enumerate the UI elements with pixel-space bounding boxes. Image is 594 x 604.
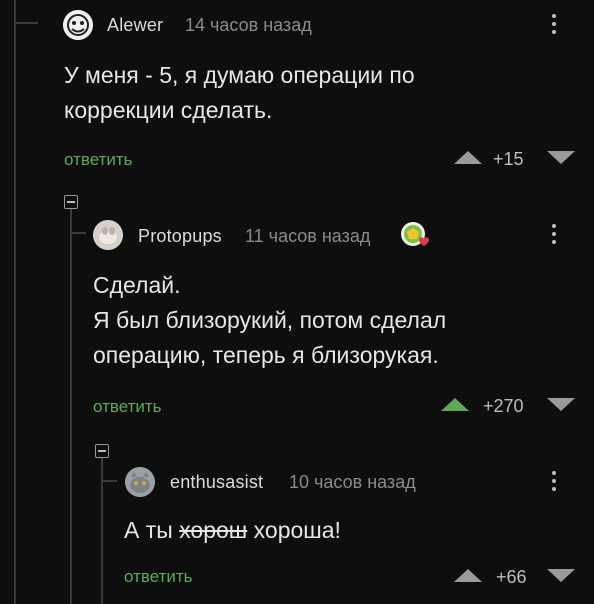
comment-text-struck: хорош <box>179 517 248 543</box>
more-options-icon[interactable] <box>551 471 557 495</box>
comment-text-prefix: А ты <box>124 517 180 543</box>
avatar-image <box>63 10 93 40</box>
thread-line-level1 <box>70 202 72 604</box>
avatar-image <box>93 220 123 250</box>
thread-connector-level2 <box>101 480 117 482</box>
rating-score: +15 <box>493 149 524 169</box>
thread-connector-root <box>14 22 38 24</box>
comment-text-suffix: хороша! <box>247 517 341 543</box>
rating-score: +66 <box>496 567 527 587</box>
avatar-image <box>125 467 155 497</box>
downvote-icon[interactable] <box>547 398 575 411</box>
comment-line: операцию, теперь я близорукая. <box>93 342 439 368</box>
username[interactable]: Protopups <box>138 226 222 247</box>
username[interactable]: Alewer <box>107 15 163 36</box>
avatar[interactable] <box>125 467 155 497</box>
timestamp[interactable]: 11 часов назад <box>245 226 370 247</box>
rating-score: +270 <box>483 396 524 416</box>
upvote-icon[interactable] <box>454 151 482 164</box>
award-badge-icon[interactable] <box>399 220 431 252</box>
comment-line: Сделай. <box>93 272 181 298</box>
reply-button[interactable]: ответить <box>64 150 133 170</box>
comment-text: А ты хорош хороша! <box>124 513 341 548</box>
collapse-thread-button[interactable] <box>64 195 78 209</box>
timestamp[interactable]: 10 часов назад <box>289 472 416 493</box>
username[interactable]: enthusasist <box>170 472 263 493</box>
thread-line-level2 <box>101 451 103 604</box>
avatar[interactable] <box>63 10 93 40</box>
thread-line-root <box>14 0 16 604</box>
thread-connector-level1 <box>70 232 86 234</box>
downvote-icon[interactable] <box>547 151 575 164</box>
reply-button[interactable]: ответить <box>124 567 193 587</box>
upvote-icon[interactable] <box>454 569 482 582</box>
comment-line: коррекции сделать. <box>64 97 273 123</box>
downvote-icon[interactable] <box>547 569 575 582</box>
comment-text: Сделай. Я был близорукий, потом сделал о… <box>93 268 446 373</box>
avatar[interactable] <box>93 220 123 250</box>
comment-line: У меня - 5, я думаю операции по <box>64 62 415 88</box>
more-options-icon[interactable] <box>551 14 557 38</box>
upvote-icon[interactable] <box>441 398 469 411</box>
more-options-icon[interactable] <box>551 224 557 248</box>
reply-button[interactable]: ответить <box>93 397 162 417</box>
comment-line: Я был близорукий, потом сделал <box>93 307 447 333</box>
timestamp[interactable]: 14 часов назад <box>185 15 312 36</box>
comment-text: У меня - 5, я думаю операции по коррекци… <box>64 58 415 128</box>
collapse-thread-button[interactable] <box>95 444 109 458</box>
